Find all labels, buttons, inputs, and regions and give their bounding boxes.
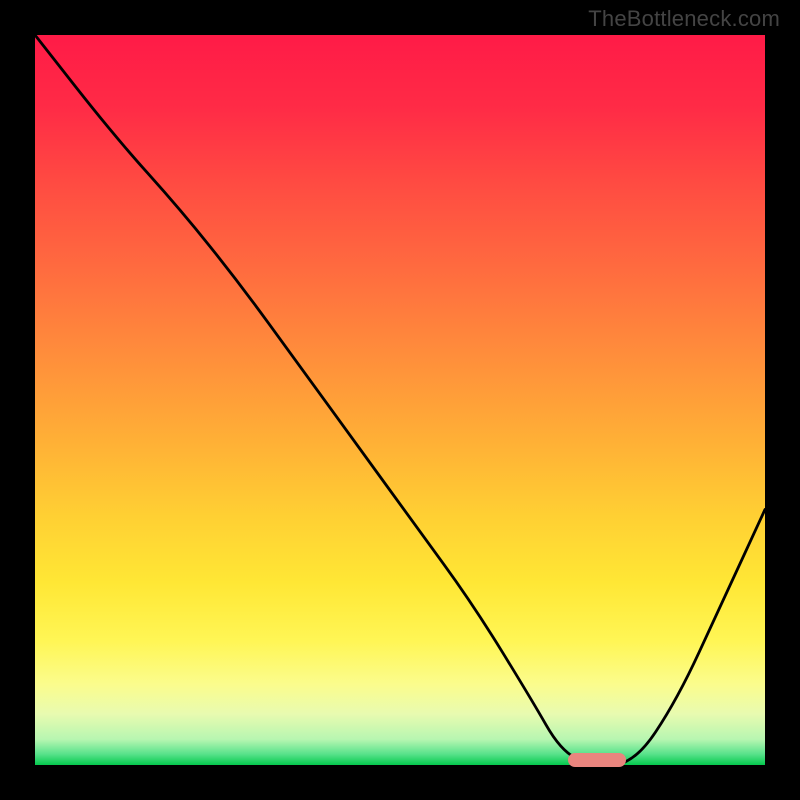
plot-area bbox=[35, 35, 765, 765]
chart-container: TheBottleneck.com bbox=[0, 0, 800, 800]
watermark-text: TheBottleneck.com bbox=[588, 6, 780, 32]
bottleneck-curve bbox=[35, 35, 765, 765]
optimal-range-marker bbox=[568, 753, 626, 767]
